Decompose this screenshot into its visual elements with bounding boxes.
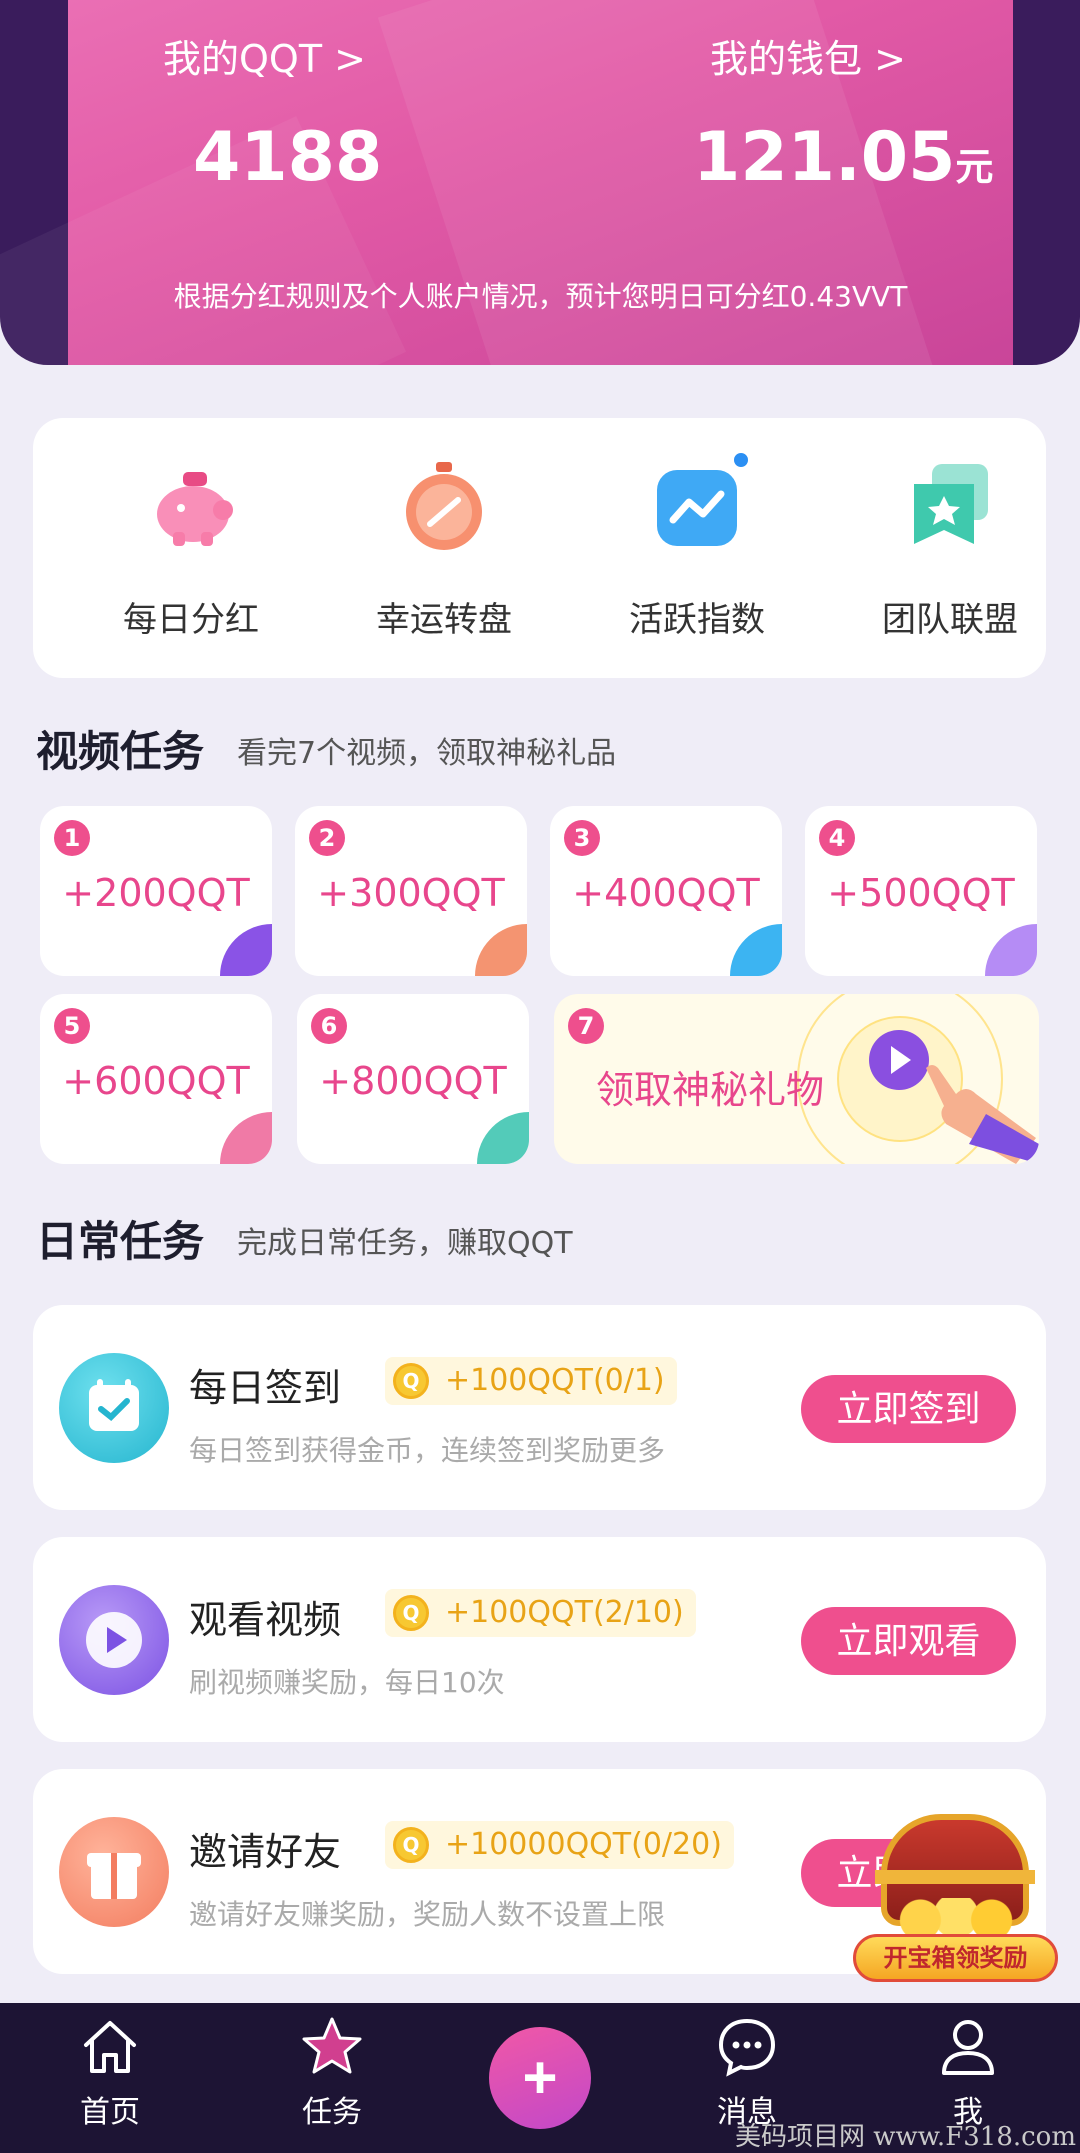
watermark: 美码项目网 www.F318.com <box>734 2122 1076 2152</box>
nav-label-home: 首页 <box>80 2095 140 2130</box>
user-icon <box>936 2015 1000 2079</box>
task-reward: +200QQT <box>62 871 250 915</box>
task-reward: +600QQT <box>62 1059 250 1103</box>
task-reward-text: +10000QQT(0/20) <box>445 1827 722 1862</box>
task-number: 7 <box>568 1008 604 1044</box>
entry-lucky-wheel[interactable]: 幸运转盘 <box>334 458 554 641</box>
entry-label-activity-index: 活跃指数 <box>629 600 765 640</box>
dividend-note: 根据分红规则及个人账户情况，预计您明日可分红0.43VVT <box>173 280 908 313</box>
entry-daily-dividend[interactable]: 每日分红 <box>81 458 301 641</box>
daily-section-title: 日常任务 <box>36 1217 205 1266</box>
task-number: 5 <box>54 1008 90 1044</box>
task-description: 刷视频赚奖励，每日10次 <box>189 1666 505 1699</box>
card-corner-accent <box>730 924 782 976</box>
gift-icon <box>59 1817 169 1927</box>
mystery-gift-label: 领取神秘礼物 <box>596 1068 825 1112</box>
task-number: 4 <box>819 820 855 856</box>
entry-label-daily-dividend: 每日分红 <box>123 600 259 640</box>
card-corner-accent <box>220 1112 272 1164</box>
daily-task-watch-video: 观看视频 Q +100QQT(2/10) 刷视频赚奖励，每日10次 立即观看 <box>33 1537 1046 1742</box>
daily-task-checkin: 每日签到 Q +100QQT(0/1) 每日签到获得金币，连续签到奖励更多 立即… <box>33 1305 1046 1510</box>
video-task-card[interactable]: 1 +200QQT <box>40 806 272 976</box>
entry-activity-index[interactable]: 活跃指数 <box>587 450 807 641</box>
card-corner-accent <box>475 924 527 976</box>
piggy-bank-icon <box>143 458 239 554</box>
tap-play-icon <box>869 1030 1039 1164</box>
watch-video-button[interactable]: 立即观看 <box>801 1607 1016 1675</box>
calendar-check-icon <box>59 1353 169 1463</box>
video-task-card[interactable]: 2 +300QQT <box>295 806 527 976</box>
nav-tasks[interactable]: 任务 <box>252 2015 412 2131</box>
nav-label-tasks: 任务 <box>302 2095 362 2130</box>
wallet-balance: 121.05元 <box>693 118 993 197</box>
treasure-chest-button[interactable]: 开宝箱领奖励 <box>853 1810 1058 1985</box>
task-reward-badge: Q +100QQT(2/10) <box>385 1589 696 1637</box>
activity-chart-icon <box>649 450 751 554</box>
card-corner-accent <box>477 1112 529 1164</box>
nav-messages[interactable]: 消息 <box>667 2015 827 2131</box>
video-task-card[interactable]: 6 +800QQT <box>297 994 529 1164</box>
play-icon <box>59 1585 169 1695</box>
card-corner-accent <box>985 924 1037 976</box>
task-number: 1 <box>54 820 90 856</box>
team-star-icon <box>902 458 998 554</box>
coin-icon: Q <box>393 1827 429 1863</box>
task-description: 每日签到获得金币，连续签到奖励更多 <box>189 1434 666 1467</box>
wallet-unit: 元 <box>955 145 994 189</box>
coin-icon: Q <box>393 1363 429 1399</box>
task-reward: +500QQT <box>827 871 1015 915</box>
task-reward-badge: Q +10000QQT(0/20) <box>385 1821 734 1869</box>
star-icon <box>300 2015 364 2079</box>
task-title: 每日签到 <box>189 1366 342 1410</box>
video-task-card[interactable]: 5 +600QQT <box>40 994 272 1164</box>
entry-label-team-alliance: 团队联盟 <box>882 600 1018 640</box>
coin-icon: Q <box>393 1595 429 1631</box>
task-reward: +300QQT <box>317 871 505 915</box>
task-reward-text: +100QQT(0/1) <box>445 1363 665 1398</box>
qqt-balance: 4188 <box>193 118 383 197</box>
card-corner-accent <box>220 924 272 976</box>
video-task-card[interactable]: 3 +400QQT <box>550 806 782 976</box>
notification-dot <box>731 450 751 470</box>
task-title: 观看视频 <box>189 1598 342 1642</box>
video-section-subtitle: 看完7个视频，领取神秘礼品 <box>237 736 617 771</box>
home-icon <box>78 2015 142 2079</box>
entry-team-alliance[interactable]: 团队联盟 <box>840 458 1060 641</box>
account-header: 我的QQT > 我的钱包 > 4188 121.05元 根据分红规则及个人账户情… <box>0 0 1080 365</box>
quick-entry-card: 每日分红 幸运转盘 活跃指数 团队联盟 <box>33 418 1046 678</box>
account-summary-card: 我的QQT > 我的钱包 > 4188 121.05元 根据分红规则及个人账户情… <box>68 0 1013 365</box>
task-reward-badge: Q +100QQT(0/1) <box>385 1357 677 1405</box>
mystery-gift-card[interactable]: 7 领取神秘礼物 <box>554 994 1039 1164</box>
chest-label: 开宝箱领奖励 <box>853 1934 1058 1982</box>
bottom-navigation: 首页 任务 + 消息 我 美码项目网 www.F318.com <box>0 2003 1080 2153</box>
chat-bubble-icon <box>715 2015 779 2079</box>
video-task-card[interactable]: 4 +500QQT <box>805 806 1037 976</box>
task-number: 3 <box>564 820 600 856</box>
task-number: 6 <box>311 1008 347 1044</box>
nav-me[interactable]: 我 <box>888 2015 1048 2131</box>
video-section-title: 视频任务 <box>36 727 205 776</box>
lucky-wheel-icon <box>396 458 492 554</box>
task-description: 邀请好友赚奖励，奖励人数不设置上限 <box>189 1898 666 1931</box>
wallet-amount: 121.05 <box>693 118 956 197</box>
task-reward: +400QQT <box>572 871 760 915</box>
entry-label-lucky-wheel: 幸运转盘 <box>376 600 512 640</box>
add-button[interactable]: + <box>489 2027 591 2129</box>
chest-band <box>875 1870 1035 1884</box>
task-reward-text: +100QQT(2/10) <box>445 1595 684 1630</box>
task-number: 2 <box>309 820 345 856</box>
nav-home[interactable]: 首页 <box>30 2015 190 2131</box>
checkin-button[interactable]: 立即签到 <box>801 1375 1016 1443</box>
my-wallet-link[interactable]: 我的钱包 > <box>710 28 906 83</box>
my-qqt-link[interactable]: 我的QQT > <box>163 28 366 83</box>
daily-section-subtitle: 完成日常任务，赚取QQT <box>237 1226 573 1261</box>
task-title: 邀请好友 <box>189 1830 342 1874</box>
task-reward: +800QQT <box>319 1059 507 1103</box>
